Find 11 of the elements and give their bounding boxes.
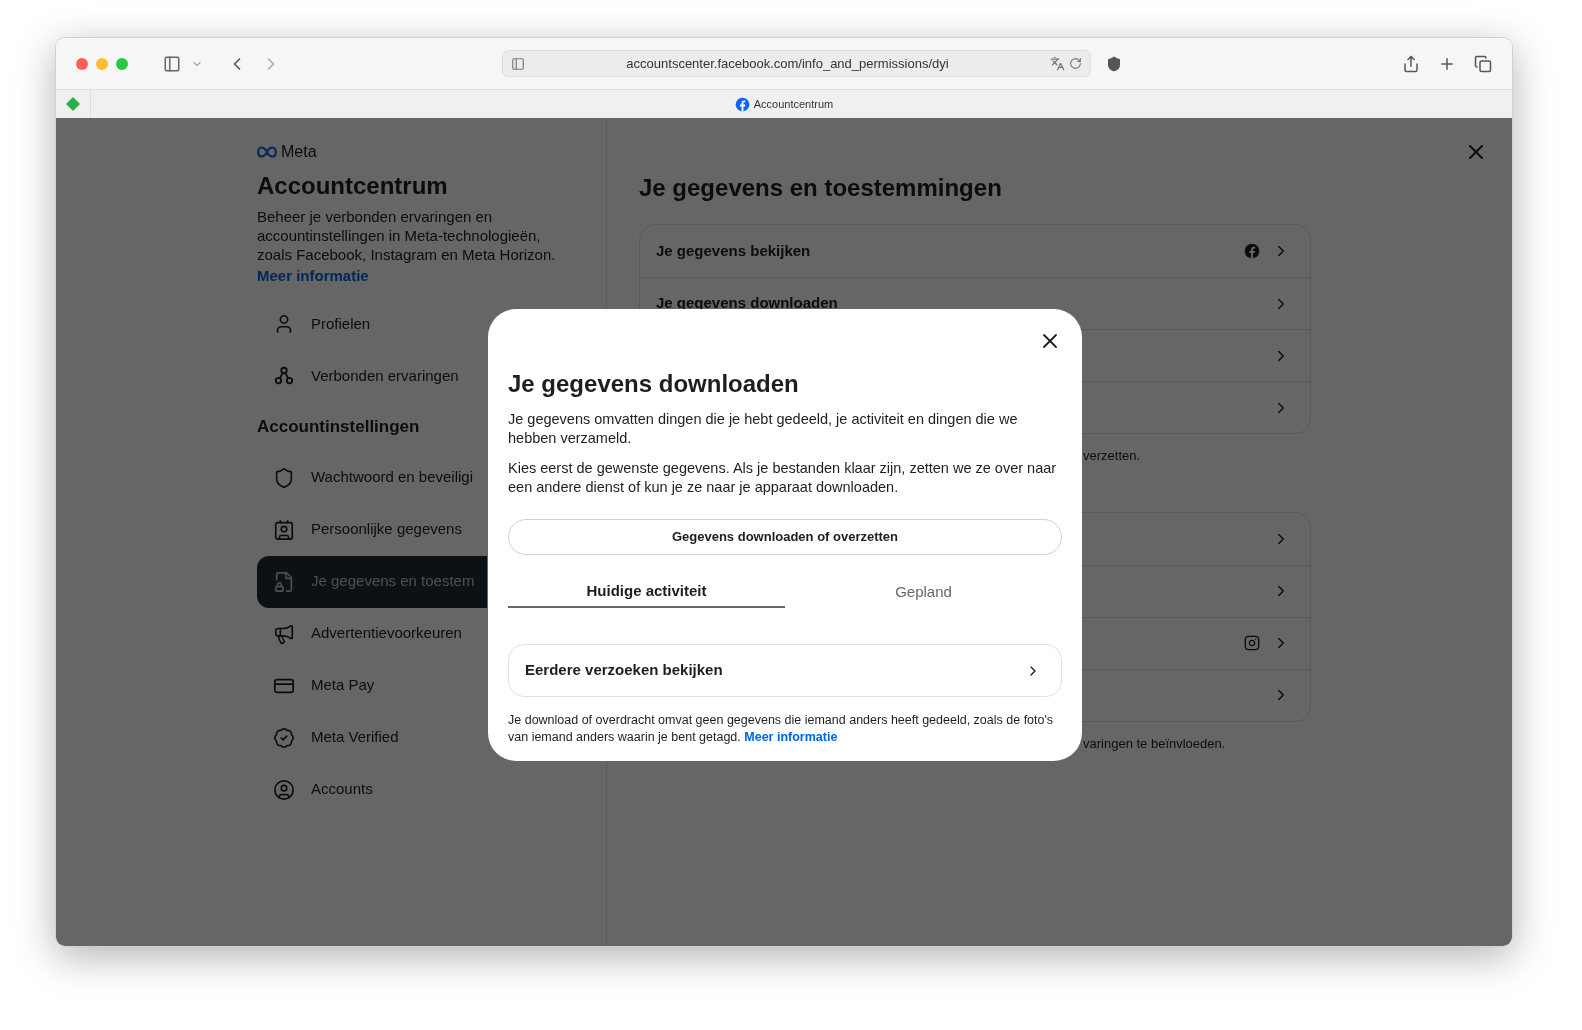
dialog-title: Je gegevens downloaden bbox=[508, 369, 800, 399]
help-text: varingen te beïnvloeden. bbox=[1083, 734, 1226, 753]
dialog-text: Je gegevens omvatten dingen die je hebt gedeeld, je activiteit en dingen die we hebben verzameld. bbox=[508, 410, 1019, 448]
section-heading: Accountinstellingen bbox=[257, 416, 420, 438]
dialog-text: Kies eerst de gewenste gegevens. Als je bestanden klaar zijn, zetten we ze over naar een andere dienst of kun je ze naar je apparaat downloaden. bbox=[508, 459, 1058, 497]
description: Beheer je verbonden ervaringen en accountinstellingen in Meta-technologieën, zoals Facebook, Instagram en Meta Horizon. bbox=[257, 207, 557, 264]
section-title: Je gegevens en toestemmingen bbox=[639, 173, 1003, 203]
brand-name: Meta bbox=[281, 142, 317, 162]
footnote: Je download of overdracht omvat geen gegevens die iemand anders heeft gedeeld, zoals de foto's van iemand anders waarin je bent getagd. Meer informatie bbox=[508, 712, 1055, 746]
help-text: verzetten. bbox=[1083, 447, 1141, 465]
page-title: Accountcentrum bbox=[257, 171, 449, 201]
